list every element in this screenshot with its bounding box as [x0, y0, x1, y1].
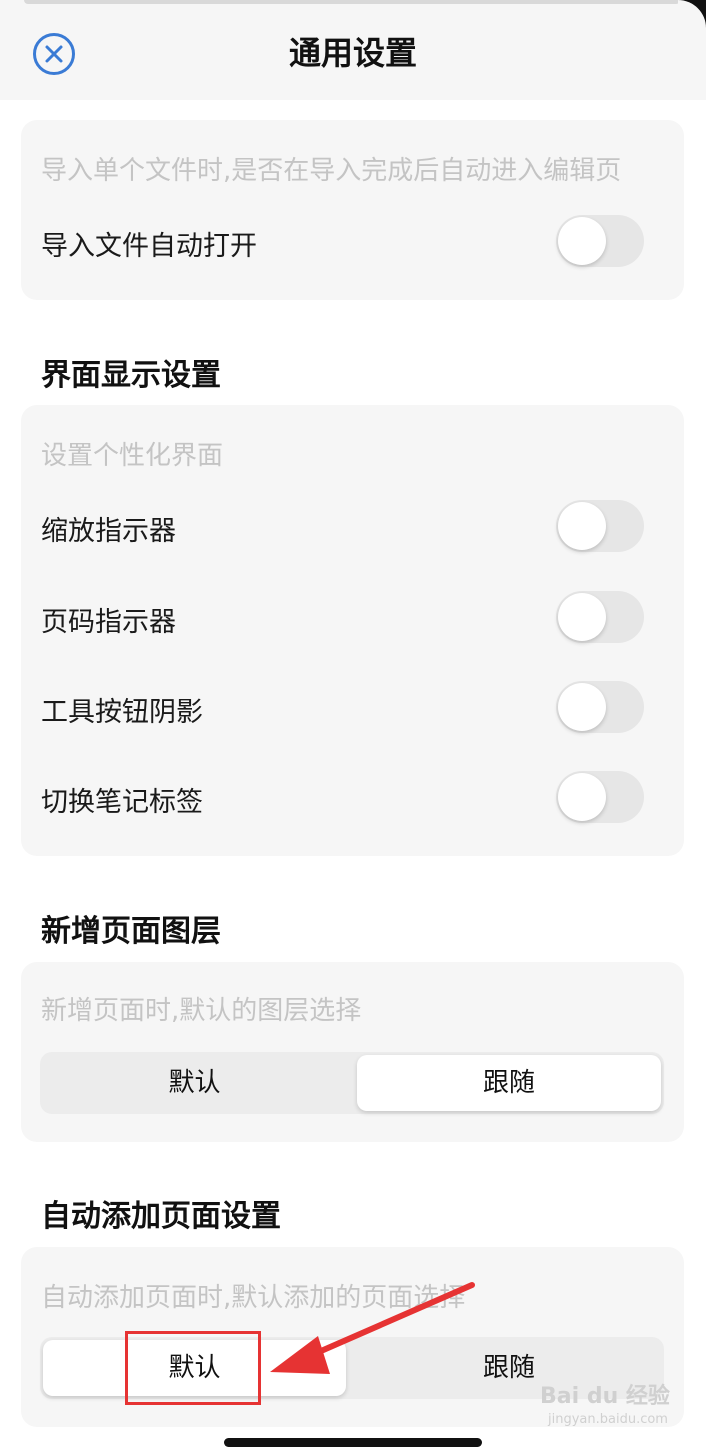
home-indicator[interactable] [224, 1438, 482, 1447]
arrow-annotation-icon [270, 1282, 475, 1374]
watermark-logo: Bai du 经验 [540, 1384, 670, 1409]
watermark-domain: jingyan.baidu.com [548, 1412, 668, 1427]
